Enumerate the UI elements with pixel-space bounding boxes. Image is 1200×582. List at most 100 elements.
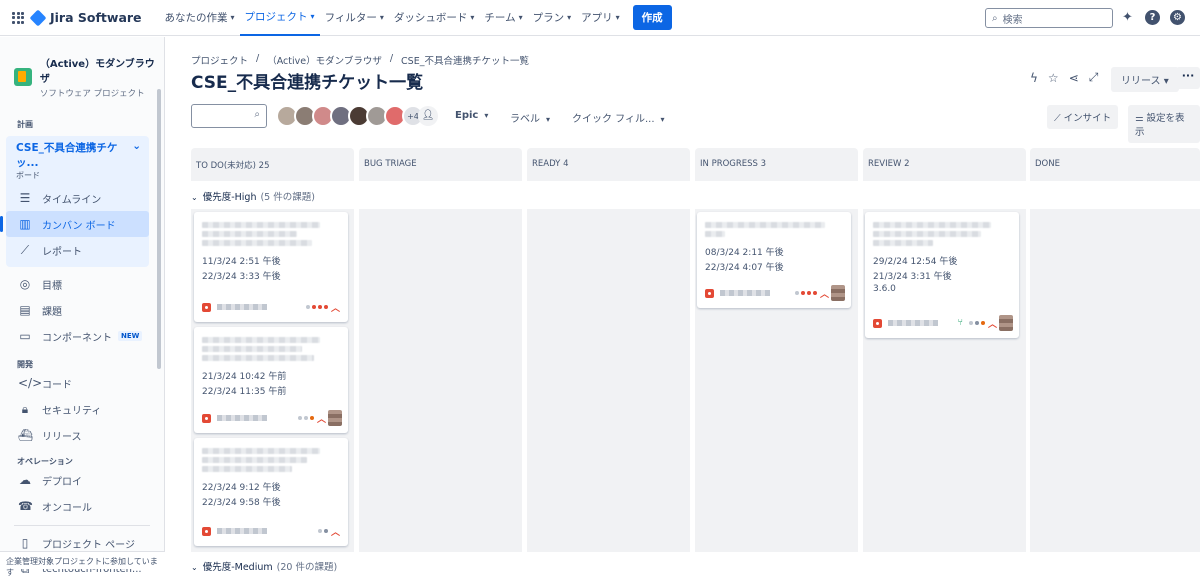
sidebar-item-code[interactable]: </> コード bbox=[0, 370, 164, 396]
breadcrumb-separator: / bbox=[389, 53, 394, 64]
nav-teams[interactable]: チーム ▾ bbox=[479, 0, 527, 36]
board-selector[interactable]: CSE_不具合連携チケッ... ⌄ bbox=[6, 136, 149, 170]
card-date-created: 11/3/24 2:51 午後 bbox=[202, 257, 281, 267]
search-icon: ⌕ bbox=[254, 109, 260, 120]
sidebar-item-on-call[interactable]: ☎︎ オンコール bbox=[0, 493, 164, 519]
quick-filter[interactable]: クイック フィル... ▾ bbox=[572, 110, 665, 125]
breadcrumb-project[interactable]: （Active）モダンブラウザ bbox=[267, 53, 382, 67]
column-header-done[interactable]: DONE bbox=[1030, 148, 1200, 181]
assignee-avatar[interactable] bbox=[831, 285, 845, 301]
card-footer: ⑂ ︿ bbox=[873, 315, 1013, 331]
expand-icon[interactable]: ⤢ bbox=[1089, 70, 1099, 85]
top-actions: ✦ ? ⚙ bbox=[1120, 10, 1185, 25]
jira-logo[interactable]: Jira Software bbox=[29, 9, 142, 26]
board-search-input[interactable]: ⌕ bbox=[191, 104, 267, 128]
assignee-avatar[interactable] bbox=[328, 410, 342, 426]
sidebar-item-issues[interactable]: ▤ 課題 bbox=[0, 297, 164, 323]
sidebar-item-goals[interactable]: ◎ 目標 bbox=[0, 271, 164, 297]
nav-dashboards[interactable]: ダッシュボード ▾ bbox=[389, 0, 480, 36]
sidebar-item-security[interactable]: 🔒︎ セキュリティ bbox=[0, 396, 164, 422]
card-date-created: 08/3/24 2:11 午後 bbox=[705, 248, 784, 258]
column-header-review[interactable]: REVIEW 2 bbox=[863, 148, 1026, 181]
sidebar-item-reports[interactable]: ⟋ レポート bbox=[6, 237, 149, 263]
project-header[interactable]: （Active）モダンブラウザ ソフトウェア プロジェクト bbox=[0, 37, 164, 99]
issue-card[interactable]: 22/3/24 9:12 午後 22/3/24 9:58 午後 ︿ bbox=[194, 438, 348, 546]
more-actions-button[interactable]: ··· bbox=[1176, 67, 1200, 89]
page-icon: ▯ bbox=[21, 536, 29, 550]
add-people-icon[interactable]: 👤︎ bbox=[418, 106, 438, 126]
swimlane-medium[interactable]: ⌄ 優先度-Medium (20 件の課題) bbox=[191, 559, 337, 573]
search-input[interactable]: ⌕ 検索 bbox=[985, 8, 1113, 28]
automation-lightning-icon[interactable]: ϟ bbox=[1030, 71, 1038, 85]
sidebar-item-deployments[interactable]: ☁︎ デプロイ bbox=[0, 467, 164, 493]
nav-your-work[interactable]: あなたの作業 ▾ bbox=[160, 0, 240, 36]
issue-summary-redacted bbox=[873, 222, 991, 228]
issue-key-redacted[interactable] bbox=[217, 415, 267, 421]
swimlane-high[interactable]: ⌄ 優先度-High (5 件の課題) bbox=[191, 189, 315, 203]
sidebar-item-kanban-board[interactable]: ▥ カンバン ボード bbox=[0, 211, 149, 237]
card-date-updated: 22/3/24 4:07 午後 bbox=[705, 263, 784, 273]
nav-apps[interactable]: アプリ ▾ bbox=[576, 0, 625, 36]
sidebar-item-timeline[interactable]: ☰ タイムライン bbox=[6, 185, 149, 211]
issues-icon: ▤ bbox=[19, 303, 31, 317]
column-header-todo[interactable]: TO DO(未対応) 25 bbox=[191, 148, 354, 181]
create-button[interactable]: 作成 bbox=[632, 5, 672, 30]
bug-icon bbox=[202, 526, 211, 536]
chevron-down-icon: ▾ bbox=[518, 13, 523, 22]
priority-high-icon: ︿ bbox=[330, 527, 340, 538]
column-header-ready[interactable]: READY 4 bbox=[527, 148, 690, 181]
epic-filter[interactable]: Epic ▾ bbox=[455, 110, 488, 121]
chevron-down-icon: ▾ bbox=[310, 12, 315, 21]
column-header-bug-triage[interactable]: BUG TRIAGE bbox=[359, 148, 522, 181]
settings-gear-icon[interactable]: ⚙ bbox=[1170, 10, 1185, 25]
app-switcher-icon[interactable] bbox=[12, 11, 24, 24]
issue-key-redacted[interactable] bbox=[720, 290, 770, 296]
settings-sliders-icon: ⚌ bbox=[1135, 113, 1147, 124]
priority-high-icon: ︿ bbox=[330, 303, 340, 314]
assignee-avatar[interactable] bbox=[999, 315, 1013, 331]
issue-key-redacted[interactable] bbox=[217, 528, 267, 534]
top-navigation: Jira Software あなたの作業 ▾ プロジェクト ▾ フィルター ▾ ダッシ… bbox=[0, 0, 1200, 36]
card-date-updated: 22/3/24 9:58 午後 bbox=[202, 498, 281, 508]
issue-card[interactable]: 29/2/24 12:54 午後 21/3/24 3:31 午後 3.6.0 ⑂… bbox=[865, 212, 1019, 338]
main-nav: あなたの作業 ▾ プロジェクト ▾ フィルター ▾ ダッシュボード ▾ チーム ▾ プラン… bbox=[160, 0, 625, 36]
nav-plans[interactable]: プラン ▾ bbox=[528, 0, 577, 36]
card-footer: ︿ bbox=[705, 285, 845, 301]
project-avatar-icon bbox=[14, 68, 32, 86]
column-header-in-progress[interactable]: IN PROGRESS 3 bbox=[695, 148, 858, 181]
card-date-updated: 22/3/24 3:33 午後 bbox=[202, 272, 281, 282]
issue-card[interactable]: 11/3/24 2:51 午後 22/3/24 3:33 午後 ︿ bbox=[194, 212, 348, 322]
issue-key-redacted[interactable] bbox=[217, 304, 267, 310]
bug-icon bbox=[705, 288, 714, 298]
project-sidebar: （Active）モダンブラウザ ソフトウェア プロジェクト 計画 CSE_不具合… bbox=[0, 37, 165, 577]
nav-projects[interactable]: プロジェクト ▾ bbox=[239, 0, 320, 36]
sidebar-item-components[interactable]: ▭ コンポーネント NEW bbox=[0, 323, 164, 349]
breadcrumb-board[interactable]: CSE_不具合連携チケット一覧 bbox=[401, 53, 529, 67]
sidebar-item-releases[interactable]: ⛴︎ リリース bbox=[0, 422, 164, 448]
insight-button[interactable]: ⟋ インサイト bbox=[1047, 105, 1119, 129]
assignee-avatars: +4 bbox=[276, 105, 424, 127]
insight-chart-icon: ⟋ bbox=[1054, 113, 1064, 124]
notifications-icon[interactable]: ✦ bbox=[1120, 10, 1135, 25]
breadcrumb-projects[interactable]: プロジェクト bbox=[191, 53, 248, 67]
estimate-dots bbox=[305, 305, 328, 309]
view-settings-button[interactable]: ⚌ 設定を表示 bbox=[1128, 105, 1200, 143]
priority-high-icon: ︿ bbox=[316, 414, 326, 425]
issue-summary-redacted bbox=[202, 466, 292, 472]
star-icon[interactable]: ☆ bbox=[1048, 71, 1059, 85]
issue-summary-redacted bbox=[705, 231, 725, 237]
issue-key-redacted[interactable] bbox=[888, 320, 938, 326]
page-title: CSE_不具合連携チケット一覧 bbox=[191, 73, 424, 93]
issue-card[interactable]: 21/3/24 10:42 午前 22/3/24 11:35 午前 ︿ bbox=[194, 327, 348, 433]
bug-icon bbox=[202, 302, 211, 312]
nav-filters[interactable]: フィルター ▾ bbox=[320, 0, 389, 36]
release-button[interactable]: リリース ▾ bbox=[1111, 67, 1179, 92]
sidebar-scrollbar[interactable] bbox=[157, 89, 161, 369]
issue-card[interactable]: 08/3/24 2:11 午後 22/3/24 4:07 午後 ︿ bbox=[697, 212, 851, 308]
label-filter[interactable]: ラベル ▾ bbox=[510, 110, 550, 125]
fix-version: 3.6.0 bbox=[873, 284, 896, 294]
estimate-dots bbox=[794, 291, 817, 295]
chevron-down-icon: ▾ bbox=[615, 13, 620, 22]
help-icon[interactable]: ? bbox=[1145, 10, 1160, 25]
share-icon[interactable]: ⋖ bbox=[1069, 71, 1079, 85]
